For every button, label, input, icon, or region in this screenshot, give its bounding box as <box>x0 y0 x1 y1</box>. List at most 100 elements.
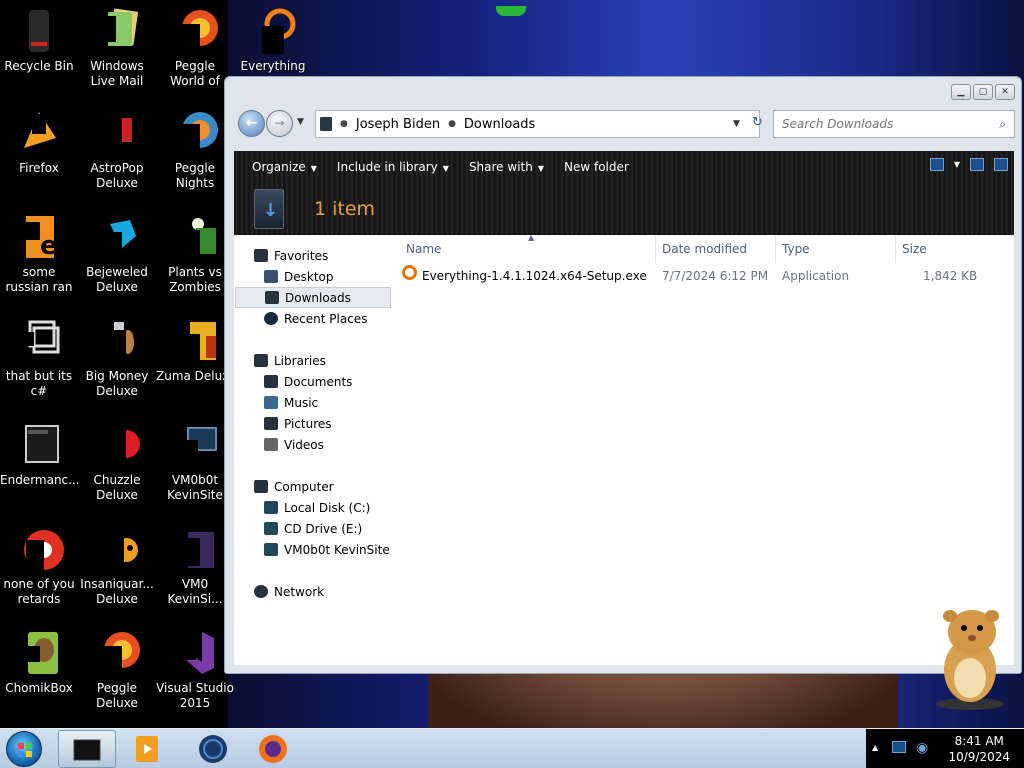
show-hidden-icons-button[interactable]: ▲ <box>872 743 878 752</box>
new-folder-button[interactable]: New folder <box>554 154 639 180</box>
taskbar-firefox[interactable] <box>244 730 302 768</box>
desktop-icon-visual-studio[interactable]: Visual Studio 2015 <box>156 628 234 711</box>
command-bar: Organize ▼ Include in library ▼ Share with… <box>234 151 1014 183</box>
nav-libraries[interactable]: Libraries <box>254 350 326 371</box>
help-button[interactable] <box>994 158 1008 171</box>
taskbar-media-player[interactable] <box>118 730 176 768</box>
taskbar-ie[interactable] <box>184 730 242 768</box>
close-button[interactable]: ✕ <box>995 84 1015 100</box>
recent-places-icon <box>264 312 278 325</box>
chevron-down-icon: ▼ <box>442 164 449 173</box>
recycle-bin-icon <box>14 6 64 56</box>
column-date-modified[interactable]: Date modified <box>655 235 775 263</box>
desktop-icon-bejeweled[interactable]: Bejeweled Deluxe <box>78 212 156 295</box>
desktop-icon-everything[interactable]: Everything <box>234 6 312 74</box>
include-in-library-button[interactable]: Include in library ▼ <box>327 154 459 180</box>
desktop-icon-chomikbox[interactable]: ChomikBox <box>0 628 78 696</box>
downloads-folder-icon <box>254 189 284 229</box>
clock[interactable]: 8:41 AM 10/9/2024 <box>948 733 1010 765</box>
media-player-icon <box>136 736 158 762</box>
chrome-icon <box>14 524 64 574</box>
desktop-icon-big-money[interactable]: Big Money Deluxe <box>78 316 156 399</box>
firefox-icon <box>14 108 64 158</box>
desktop-icon-endermanc[interactable]: Endermanc... <box>0 420 78 488</box>
organize-button[interactable]: Organize ▼ <box>242 154 327 180</box>
start-button[interactable] <box>6 731 42 767</box>
column-type[interactable]: Type <box>775 235 895 263</box>
nav-computer[interactable]: Computer <box>254 476 334 497</box>
nav-pictures[interactable]: Pictures <box>264 413 332 434</box>
search-input[interactable] <box>782 117 1000 131</box>
breadcrumb-joseph-biden[interactable]: Joseph Biden <box>356 117 440 132</box>
mail-icon <box>92 6 142 56</box>
taskbar-explorer[interactable] <box>58 730 116 768</box>
back-button[interactable]: ← <box>238 110 265 137</box>
desktop-icon-that-but-its-csharp[interactable]: that but its c# <box>0 316 78 399</box>
nav-desktop[interactable]: Desktop <box>264 266 334 287</box>
change-view-button[interactable] <box>929 158 944 171</box>
preview-pane-button[interactable] <box>970 158 984 171</box>
desktop-icon-peggle-wow[interactable]: Peggle World of Warcraft ... <box>156 6 234 89</box>
network-tray-icon[interactable] <box>892 741 906 753</box>
desktop: Recycle Bin Firefox e some russian ran a… <box>0 0 1024 728</box>
nav-local-disk[interactable]: Local Disk (C:) <box>264 497 370 518</box>
arrow-right-icon: → <box>274 116 285 130</box>
forward-button[interactable]: → <box>266 110 293 137</box>
nav-favorites[interactable]: Favorites <box>254 245 328 266</box>
window-caption-buttons: ▁ ▢ ✕ <box>951 84 1015 100</box>
nav-documents[interactable]: Documents <box>264 371 352 392</box>
nav-videos[interactable]: Videos <box>264 434 324 455</box>
column-name[interactable]: Name <box>400 235 655 263</box>
breadcrumb-downloads[interactable]: Downloads <box>464 117 535 132</box>
file-row[interactable]: Everything-1.4.1.1024.x64-Setup.exe 7/7/… <box>400 265 1014 287</box>
everything-search-icon <box>248 6 298 56</box>
peggle-icon <box>170 6 220 56</box>
minimize-button[interactable]: ▁ <box>951 84 971 100</box>
column-headers: ▲ Name Date modified Type Size <box>400 233 1014 263</box>
desktop-icon-none-of-you[interactable]: none of you retards kno... <box>0 524 78 607</box>
folder-icon <box>320 117 332 131</box>
refresh-button[interactable]: ↻ <box>752 115 763 130</box>
computer-icon <box>254 480 268 493</box>
address-dropdown-button[interactable]: ▼ <box>733 119 740 129</box>
peggle-deluxe-icon <box>92 628 142 678</box>
desktop-icon-recycle-bin[interactable]: Recycle Bin <box>0 6 78 74</box>
nav-cd-drive[interactable]: CD Drive (E:) <box>264 518 362 539</box>
address-bar[interactable]: ● Joseph Biden ● Downloads <box>315 110 760 138</box>
desktop-icon-firefox[interactable]: Firefox <box>0 108 78 176</box>
maximize-button[interactable]: ▢ <box>973 84 993 100</box>
arrow-left-icon: ← <box>245 115 258 131</box>
view-options-dropdown[interactable]: ▼ <box>954 160 960 169</box>
windows-logo-icon <box>18 743 32 757</box>
big-money-icon <box>92 316 142 366</box>
search-icon[interactable]: ⌕ <box>999 117 1006 132</box>
share-with-button[interactable]: Share with ▼ <box>459 154 554 180</box>
desktop-icon-windows-live-mail[interactable]: Windows Live Mail <box>78 6 156 89</box>
desktop-icon-zuma[interactable]: Zuma Deluxe <box>156 316 234 384</box>
recent-pages-dropdown[interactable]: ▼ <box>297 117 304 127</box>
view-buttons: ▼ <box>929 158 1008 171</box>
nav-downloads[interactable]: Downloads <box>235 287 391 308</box>
everything-exe-icon <box>402 265 417 280</box>
wallpaper-light <box>496 6 526 16</box>
shortcut-windows-icon <box>14 316 64 366</box>
nav-recent-places[interactable]: Recent Places <box>264 308 367 329</box>
command-toolbar: Organize ▼ Include in library ▼ Share with… <box>234 151 1014 235</box>
clock-time: 8:41 AM <box>954 734 1004 748</box>
desktop-icon-peggle-nights[interactable]: Peggle Nights Deluxe <box>156 108 234 191</box>
desktop-icon-astropop[interactable]: AstroPop Deluxe <box>78 108 156 191</box>
desktop-icon-vm0-kevinsite[interactable]: VM0 KevinSi... <box>156 524 234 607</box>
explorer-window[interactable]: ▁ ▢ ✕ ← → ▼ ● Joseph Biden ● Downloads ▼… <box>224 76 1022 674</box>
desktop-icon-plants-vs-zombies[interactable]: Plants vs Zombies <box>156 212 234 295</box>
desktop-icon-russian-rat[interactable]: e some russian ran a rat <box>0 212 78 295</box>
system-tray: ▲ ◉ 8:41 AM 10/9/2024 <box>866 729 1024 768</box>
nav-music[interactable]: Music <box>264 392 318 413</box>
desktop-icon-insaniquarium[interactable]: Insaniquar... Deluxe <box>78 524 156 607</box>
nav-vm-share[interactable]: VM0b0t KevinSite <box>264 539 390 560</box>
desktop-icon-peggle-deluxe[interactable]: Peggle Deluxe <box>78 628 156 711</box>
column-size[interactable]: Size <box>895 235 975 263</box>
desktop-icon-vm0b0t[interactable]: VM0b0t KevinSite <box>156 420 234 503</box>
nav-network[interactable]: Network <box>254 581 324 602</box>
volume-icon[interactable]: ◉ <box>916 740 928 756</box>
desktop-icon-chuzzle[interactable]: Chuzzle Deluxe <box>78 420 156 503</box>
